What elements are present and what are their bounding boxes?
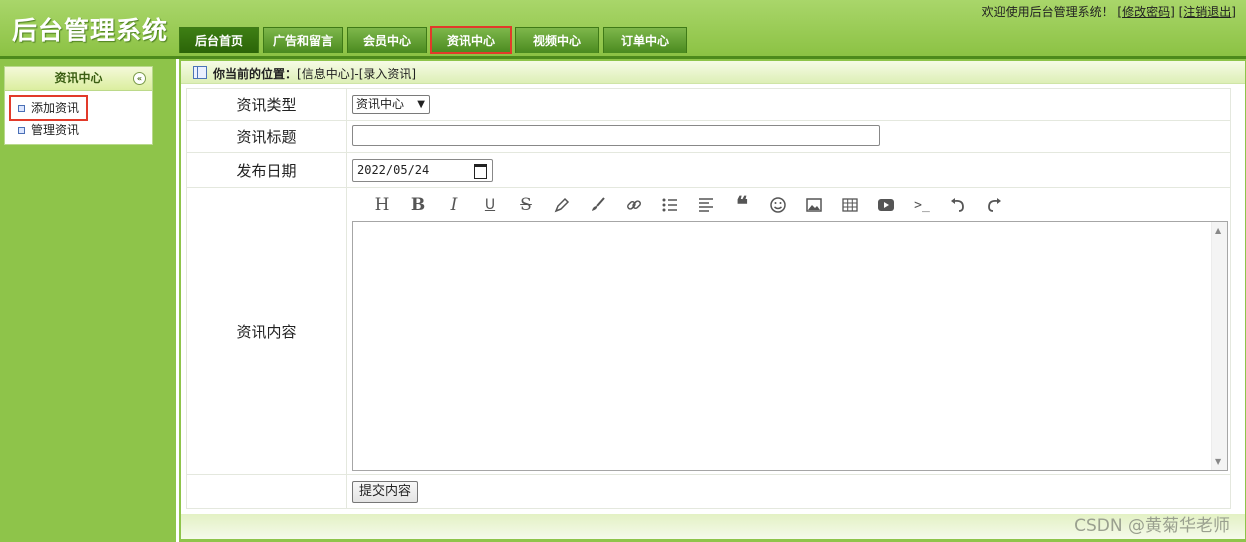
code-icon[interactable]: >_ [904, 193, 940, 217]
table-icon[interactable] [832, 193, 868, 217]
date-value: 2022/05/24 [357, 162, 430, 177]
bullet-icon [18, 127, 25, 134]
content-editor[interactable]: ▲ ▼ [352, 221, 1228, 471]
content-label: 资讯内容 [186, 187, 347, 475]
scroll-up-icon[interactable]: ▲ [1215, 226, 1221, 235]
unordered-list-icon[interactable] [652, 193, 688, 217]
breadcrumb: 你当前的位置：[信息中心]-[录入资讯] [181, 61, 1245, 84]
video-icon[interactable] [868, 193, 904, 217]
change-password-link[interactable]: [修改密码] [1117, 5, 1174, 19]
top-links: 欢迎使用后台管理系统！ [修改密码] [注销退出] [982, 3, 1236, 20]
panel-icon [193, 66, 207, 79]
date-input[interactable]: 2022/05/24 [352, 158, 493, 182]
emoji-icon[interactable] [760, 193, 796, 217]
type-select-value: 资讯中心 [356, 97, 405, 111]
top-header: 后台管理系统 欢迎使用后台管理系统！ [修改密码] [注销退出] 后台首页 广告… [0, 0, 1246, 59]
submit-button[interactable]: 提交内容 [352, 480, 419, 503]
redo-icon[interactable] [976, 193, 1012, 217]
image-icon[interactable] [796, 193, 832, 217]
type-label: 资讯类型 [186, 88, 347, 121]
editor-toolbar: H B I U S ❝ >_ [352, 189, 1229, 221]
sidebar-title: 资讯中心 [54, 71, 103, 85]
calendar-icon[interactable] [474, 163, 487, 179]
type-select[interactable]: 资讯中心 ▼ [352, 95, 430, 114]
title-label: 资讯标题 [186, 120, 347, 153]
tab-ads-messages[interactable]: 广告和留言 [263, 27, 343, 53]
underline-icon[interactable]: U [472, 193, 508, 217]
collapse-icon[interactable]: « [133, 72, 146, 85]
logout-link[interactable]: [注销退出] [1179, 5, 1236, 19]
chevron-down-icon: ▼ [417, 99, 425, 110]
link-icon[interactable] [616, 193, 652, 217]
tab-orders[interactable]: 订单中心 [603, 27, 687, 53]
heading-icon[interactable]: H [364, 193, 400, 217]
undo-icon[interactable] [940, 193, 976, 217]
sidebar-item-label: 管理资讯 [31, 123, 80, 137]
breadcrumb-path: [信息中心]-[录入资讯] [297, 67, 417, 81]
watermark: CSDN @黄菊华老师 [1074, 516, 1230, 536]
tab-news[interactable]: 资讯中心 [430, 26, 512, 54]
content-panel: 你当前的位置：[信息中心]-[录入资讯] 资讯类型 资讯中心 ▼ 资讯标题 发布… [181, 61, 1245, 539]
scroll-down-icon[interactable]: ▼ [1215, 457, 1221, 466]
tab-home[interactable]: 后台首页 [179, 27, 259, 53]
empty-label [186, 474, 347, 509]
title-input[interactable] [352, 124, 880, 146]
main-area: 你当前的位置：[信息中心]-[录入资讯] 资讯类型 资讯中心 ▼ 资讯标题 发布… [179, 59, 1246, 542]
date-label: 发布日期 [186, 152, 347, 188]
strikethrough-icon[interactable]: S [508, 193, 544, 217]
tab-video[interactable]: 视频中心 [515, 27, 599, 53]
editor-scrollbar[interactable]: ▲ ▼ [1211, 222, 1227, 470]
bold-icon[interactable]: B [400, 193, 436, 217]
sidebar-header: 资讯中心 « [5, 67, 152, 91]
highlight-box [9, 95, 88, 121]
italic-icon[interactable]: I [436, 193, 472, 217]
highlighter-icon[interactable] [544, 193, 580, 217]
left-sidebar: 资讯中心 « 添加资讯 管理资讯 [0, 59, 176, 542]
sidebar-item-manage-news[interactable]: 管理资讯 [15, 120, 79, 140]
align-icon[interactable] [688, 193, 724, 217]
sidebar-panel: 资讯中心 « 添加资讯 管理资讯 [4, 66, 153, 145]
brand-title: 后台管理系统 [12, 16, 169, 45]
breadcrumb-prefix: 你当前的位置： [213, 67, 298, 81]
news-form: 资讯类型 资讯中心 ▼ 资讯标题 发布日期 2022/05/24 资讯内容 H … [186, 88, 1231, 509]
main-nav: 后台首页 广告和留言 会员中心 资讯中心 视频中心 订单中心 [179, 26, 691, 54]
brush-icon[interactable] [580, 193, 616, 217]
welcome-text: 欢迎使用后台管理系统！ [981, 5, 1114, 19]
tab-members[interactable]: 会员中心 [347, 27, 427, 53]
quote-icon[interactable]: ❝ [724, 192, 760, 218]
